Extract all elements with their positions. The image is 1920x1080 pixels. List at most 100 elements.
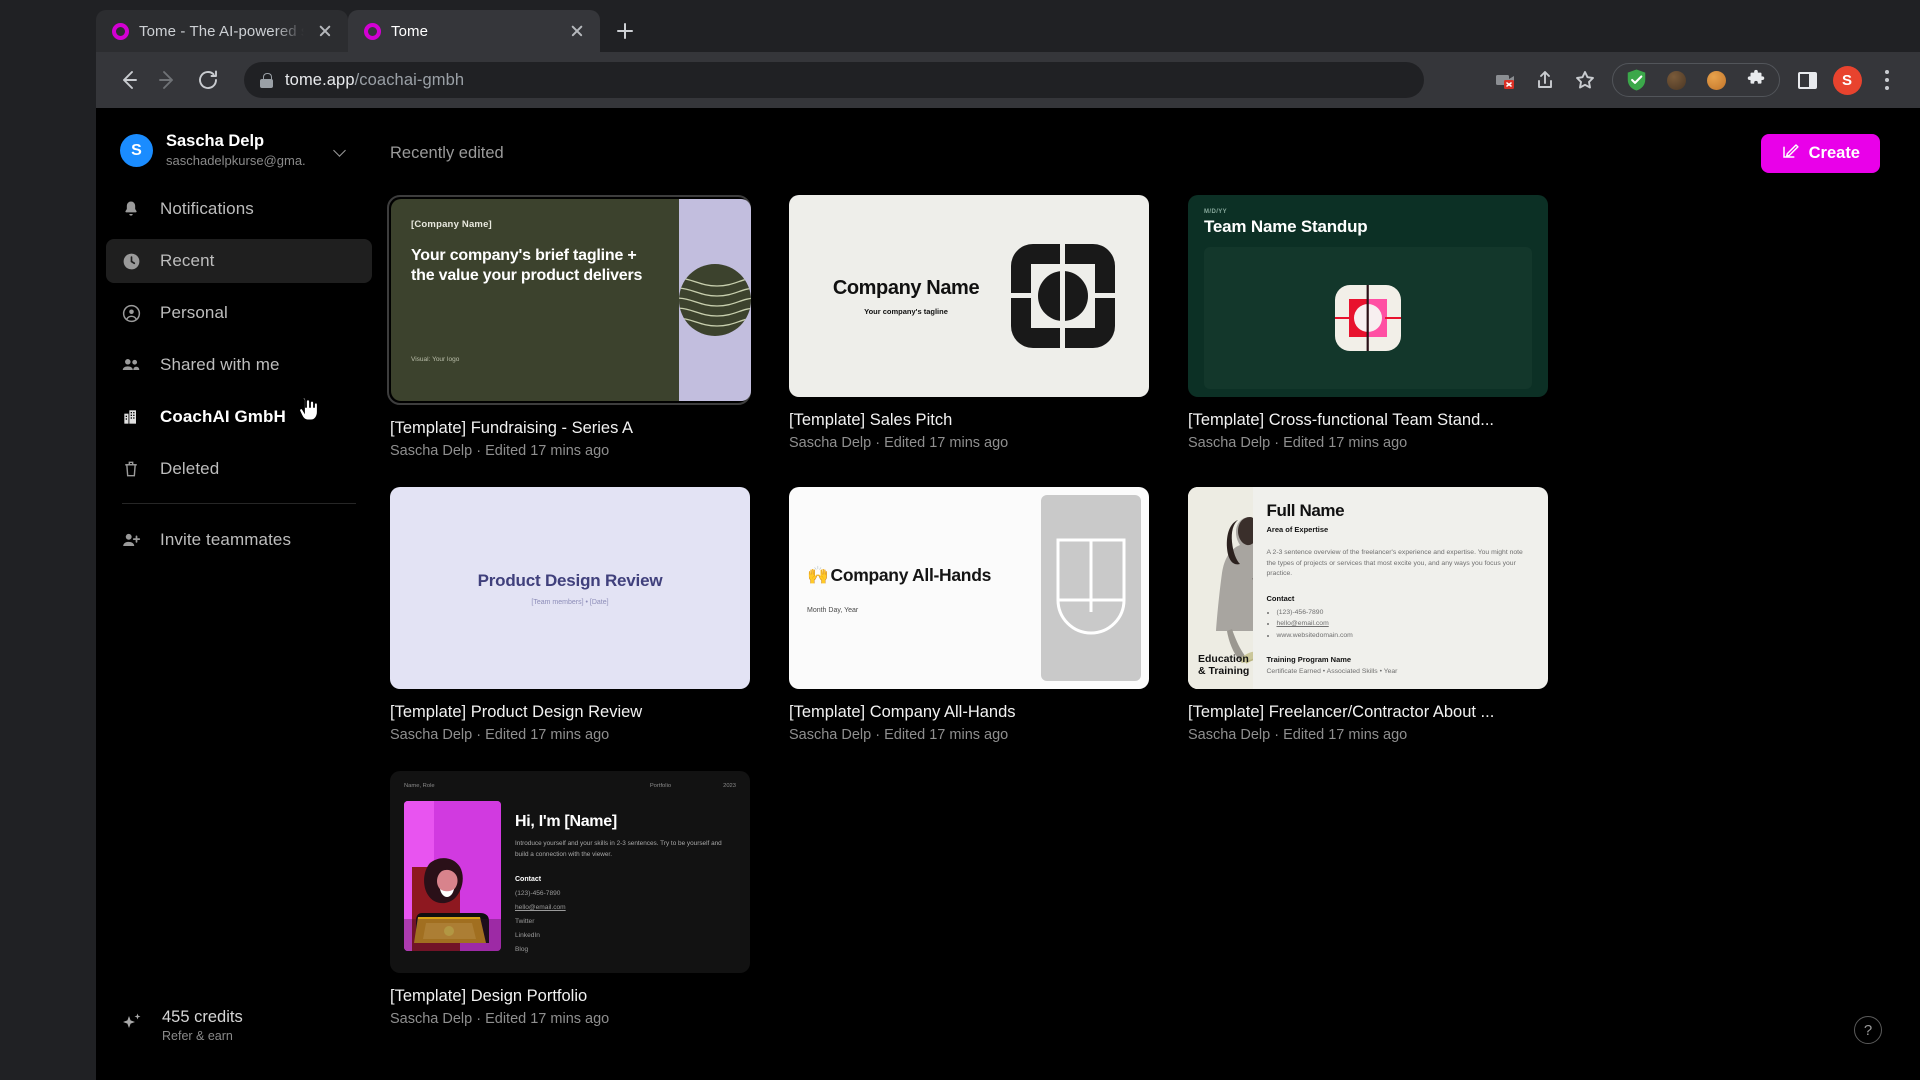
card-thumbnail[interactable]: Name, Role Portfolio 2023 Hi, I'm [Name]… [390,771,750,973]
sparkle-icon [120,1010,146,1041]
extensions-pill [1612,63,1780,97]
adblock-shield-icon[interactable] [1617,61,1655,99]
create-button[interactable]: Create [1760,134,1880,173]
thumb-education-label: Education & Training [1198,653,1250,677]
side-panel-icon[interactable] [1788,61,1826,99]
thumb-area-of-expertise: Area of Expertise [1266,525,1329,534]
tome-logo-icon [364,22,381,40]
card-meta: Sascha Delp · Edited 17 mins ago [1188,727,1408,743]
card-thumbnail[interactable]: Education & Training Full Name Area of E… [1188,487,1548,689]
main-content: Recently edited Create [Company Name] Yo… [382,108,1920,1080]
thumb-certificate: Certificate Earned • Associated Skills •… [1266,668,1398,676]
credits-widget[interactable]: 455 credits Refer & earn [120,1007,243,1044]
cookie-dark-icon[interactable] [1657,61,1695,99]
reload-button[interactable] [190,62,226,98]
card-title: [Template] Design Portfolio [390,987,588,1005]
tome-logo-icon [112,22,129,40]
abstract-mark-icon [1041,495,1141,681]
forward-button[interactable] [150,62,186,98]
card-title: [Template] Company All-Hands [789,703,1016,721]
lock-icon [260,72,273,88]
card-thumbnail[interactable]: Company Name Your company's tagline [789,195,1149,397]
browser-tab-2[interactable]: Tome [348,10,600,52]
address-bar[interactable]: tome.app/coachai-gmbh [244,62,1424,98]
card-title: [Template] Product Design Review [390,703,643,721]
card-thumbnail[interactable]: Product Design Review [Team members] • [… [390,487,750,689]
card-freelancer-contractor-about[interactable]: Education & Training Full Name Area of E… [1188,487,1548,743]
thumb-headline: Company All-Hands [830,565,992,585]
card-product-design-review[interactable]: Product Design Review [Team members] • [… [390,487,750,743]
thumb-contact-item: Twitter [515,918,535,926]
account-switcher[interactable]: S Sascha Delp saschadelpkurse@gma. [120,132,350,169]
sidebar-item-shared-with-me[interactable]: Shared with me [106,343,372,387]
thumb-date: M/D/YY [1204,209,1228,215]
card-meta: Sascha Delp · Edited 17 mins ago [789,727,1009,743]
share-icon[interactable] [1526,61,1564,99]
card-sales-pitch[interactable]: Company Name Your company's tagline [Tem… [789,195,1149,459]
profile-initial: S [1832,65,1862,95]
media-cast-blocked-icon[interactable] [1486,61,1524,99]
card-title: [Template] Cross-functional Team Stand..… [1188,411,1495,429]
toolbar-actions: S [1486,61,1906,99]
card-fundraising-series-a[interactable]: [Company Name] Your company's brief tagl… [387,195,751,459]
sidebar-item-invite-teammates[interactable]: Invite teammates [106,518,372,562]
back-button[interactable] [110,62,146,98]
thumb-name: Full Name [1266,501,1345,520]
tab-strip: Tome - The AI-powered storyte Tome [0,0,1920,52]
card-design-portfolio[interactable]: Name, Role Portfolio 2023 Hi, I'm [Name]… [390,771,750,1027]
recent-cards-grid: [Company Name] Your company's brief tagl… [382,179,1920,1027]
sidebar-item-personal[interactable]: Personal [106,291,372,335]
abstract-mark-icon [1009,242,1117,350]
thumb-photo: Education & Training [1188,487,1253,689]
sidebar-item-coachai-gmbh[interactable]: CoachAI GmbH [106,395,372,439]
thumb-paragraph: A 2-3 sentence overview of the freelance… [1266,549,1523,578]
main-header: Recently edited Create [382,108,1920,173]
tab-title: Tome - The AI-powered storyte [139,22,304,40]
credits-amount: 455 credits [162,1008,243,1027]
card-title: [Template] Freelancer/Contractor About .… [1188,703,1495,721]
thumb-program-name: Training Program Name [1266,655,1352,665]
profile-avatar[interactable]: S [1828,61,1866,99]
credits-refer-label: Refer & earn [162,1028,233,1043]
help-button-label: ? [1863,1021,1873,1039]
thumb-contact-heading: Contact [515,876,542,884]
tabstrip-left-pad [0,0,96,52]
sidebar-item-notifications[interactable]: Notifications [106,187,372,231]
clock-icon [120,250,142,272]
sidebar-divider [122,503,356,505]
close-icon[interactable] [566,20,588,42]
card-company-all-hands[interactable]: 🙌 Company All-Hands Month Day, Year [Tem… [789,487,1149,743]
help-circle-icon[interactable]: ? [1854,1016,1882,1044]
card-title: [Template] Sales Pitch [789,411,953,429]
bookmark-star-icon[interactable] [1566,61,1604,99]
tab-title: Tome [391,22,429,40]
create-button-label: Create [1808,144,1860,162]
extensions-puzzle-icon[interactable] [1737,61,1775,99]
sidebar-item-recent[interactable]: Recent [106,239,372,284]
raising-hands-emoji: 🙌 [807,565,829,585]
thumb-contact-item: Blog [515,946,529,954]
account-name: Sascha Delp [166,132,265,150]
person-circle-icon [120,302,142,324]
thumb-bar-left: Name, Role [404,783,435,789]
new-tab-button[interactable] [608,14,642,48]
thumb-bar-right: 2023 [723,783,736,789]
sidebar-item-deleted[interactable]: Deleted [106,447,372,491]
cookie-light-icon[interactable] [1697,61,1735,99]
thumb-footnote: Visual: Your logo [411,356,460,363]
card-thumbnail[interactable]: 🙌 Company All-Hands Month Day, Year [789,487,1149,689]
sidebar-item-label: Deleted [160,459,220,479]
person-add-icon [120,529,142,551]
card-thumbnail[interactable]: [Company Name] Your company's brief tagl… [391,199,751,401]
thumb-bar-mid: Portfolio [649,783,672,789]
chrome-menu-icon[interactable] [1868,61,1906,99]
sidebar-item-label: Notifications [160,199,254,219]
thumb-subtitle: [Team members] • [Date] [531,598,609,606]
card-meta: Sascha Delp · Edited 17 mins ago [1188,435,1408,451]
thumb-headline: Product Design Review [477,570,663,590]
close-icon[interactable] [314,20,336,42]
avatar: S [120,134,153,168]
browser-tab-1[interactable]: Tome - The AI-powered storyte [96,10,348,52]
card-cross-functional-team-standup[interactable]: M/D/YY Team Name Standup [Template] Cros… [1188,195,1548,459]
card-thumbnail[interactable]: M/D/YY Team Name Standup [1188,195,1548,397]
